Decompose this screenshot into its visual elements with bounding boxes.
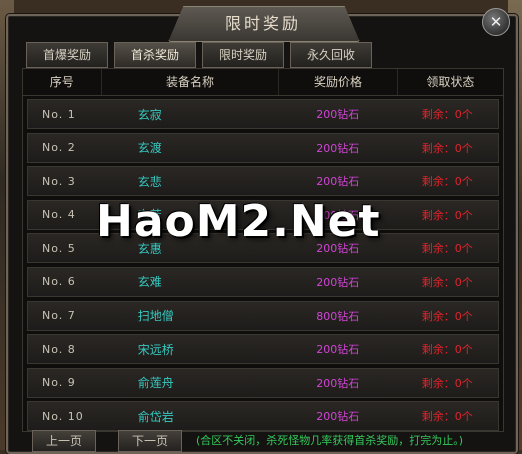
row-number: No. 9 (42, 376, 76, 390)
tab-limited-time-reward[interactable]: 限时奖励 (202, 42, 284, 68)
item-name: 玄难 (137, 275, 162, 290)
row-number: No. 4 (42, 208, 76, 222)
claim-status: 剩余：0个 (421, 309, 473, 323)
reward-price: 200钻石 (316, 108, 360, 121)
claim-status: 剩余：0个 (421, 242, 473, 256)
tab-bar: 首爆奖励 首杀奖励 限时奖励 永久回收 (26, 42, 372, 68)
table-body: No. 1 玄寂 200钻石 剩余：0个 No. 2 玄渡 200钻石 剩余：0… (27, 99, 499, 435)
table-header: 序号 装备名称 奖励价格 领取状态 (23, 69, 503, 96)
row-number: No. 3 (42, 174, 76, 188)
item-name: 扫地僧 (137, 309, 174, 324)
claim-status: 剩余：0个 (421, 108, 473, 121)
item-name: 玄悲 (137, 174, 162, 189)
claim-status: 剩余：0个 (421, 175, 473, 189)
row-number: No. 2 (42, 141, 76, 155)
table-row: No. 7 扫地僧 800钻石 剩余：0个 (27, 300, 499, 331)
table-row: No. 9 俞莲舟 200钻石 剩余：0个 (27, 367, 499, 398)
reward-price: 200钻石 (316, 410, 360, 424)
row-number: No. 10 (42, 409, 84, 423)
close-icon[interactable]: ✕ (482, 8, 510, 36)
tab-permanent-recycle[interactable]: 永久回收 (290, 42, 372, 68)
tab-first-kill-reward[interactable]: 首杀奖励 (114, 42, 196, 68)
header-claim-status: 领取状态 (426, 75, 475, 89)
tab-first-drop-reward[interactable]: 首爆奖励 (26, 42, 108, 68)
item-name: 俞岱岩 (137, 409, 174, 424)
table-row: No. 3 玄悲 200钻石 剩余：0个 (27, 166, 499, 197)
row-number: No. 6 (42, 275, 76, 289)
reward-price: 800钻石 (316, 309, 360, 323)
header-item-name: 装备名称 (102, 69, 280, 95)
table-row: No. 10 俞岱岩 200钻石 剩余：0个 (27, 401, 499, 432)
watermark-text: HaoM2.Net (96, 196, 381, 247)
item-name: 玄寂 (137, 107, 162, 122)
item-name: 宋远桥 (137, 342, 174, 357)
table-row: No. 8 宋远桥 200钻石 剩余：0个 (27, 334, 499, 365)
claim-status: 剩余：0个 (421, 208, 473, 222)
table-row: No. 6 玄难 200钻石 剩余：0个 (27, 266, 499, 297)
row-number: No. 7 (42, 309, 76, 323)
table-row: No. 2 玄渡 200钻石 剩余：0个 (27, 132, 499, 163)
claim-status: 剩余：0个 (421, 376, 473, 390)
row-number: No. 1 (42, 107, 76, 121)
claim-status: 剩余：0个 (421, 141, 473, 155)
prev-page-button[interactable]: 上一页 (32, 430, 96, 452)
reward-price: 200钻石 (316, 343, 360, 357)
header-reward-price: 奖励价格 (279, 69, 398, 95)
reward-table: 序号 装备名称 奖励价格 领取状态 No. 1 玄寂 200钻石 剩余：0个 N… (22, 68, 504, 432)
claim-status: 剩余：0个 (421, 275, 473, 289)
table-row: No. 1 玄寂 200钻石 剩余：0个 (27, 99, 499, 129)
notice-text: (合区不关闭，杀死怪物几率获得首杀奖励，打完为止。) (196, 434, 464, 447)
reward-price: 200钻石 (316, 376, 360, 390)
row-number: No. 8 (42, 342, 76, 356)
row-number: No. 5 (42, 241, 76, 255)
item-name: 俞莲舟 (137, 376, 174, 391)
footer-bar: 上一页 下一页 (合区不关闭，杀死怪物几率获得首杀奖励，打完为止。) (26, 430, 506, 452)
claim-status: 剩余：0个 (421, 343, 473, 357)
next-page-button[interactable]: 下一页 (118, 430, 182, 452)
header-number: 序号 (23, 69, 102, 95)
reward-price: 200钻石 (316, 141, 360, 155)
window-title: 限时奖励 (224, 14, 301, 33)
reward-price: 200钻石 (316, 275, 360, 289)
item-name: 玄渡 (137, 141, 162, 156)
reward-price: 200钻石 (316, 175, 360, 189)
claim-status: 剩余：0个 (421, 410, 473, 424)
